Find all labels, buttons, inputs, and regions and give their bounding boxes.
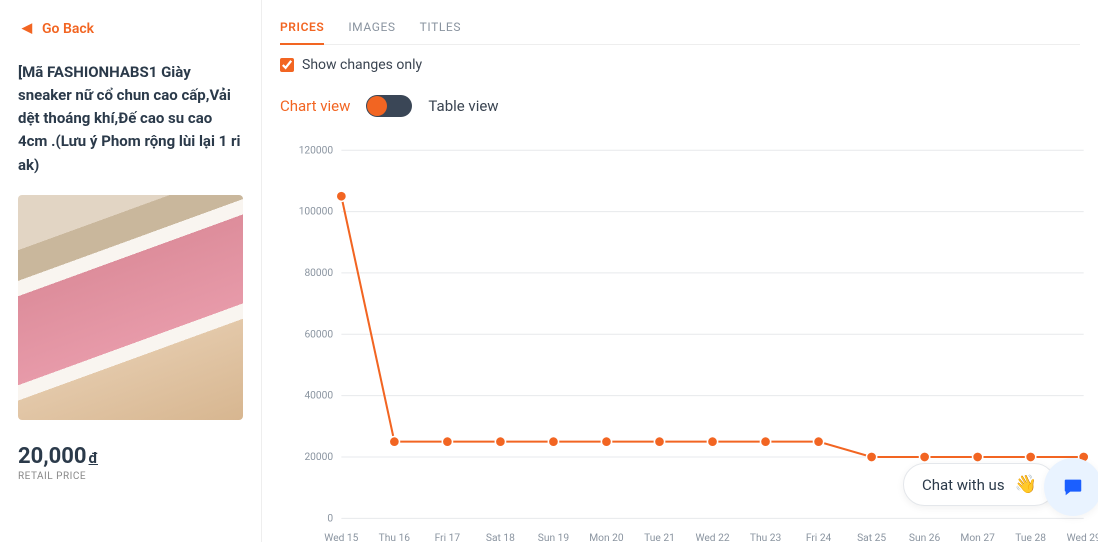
x-tick: Sun 19 — [538, 533, 570, 544]
data-point[interactable] — [813, 437, 823, 447]
data-point[interactable] — [548, 437, 558, 447]
data-point[interactable] — [601, 437, 611, 447]
data-point[interactable] — [336, 191, 346, 201]
price-currency: đ — [89, 449, 98, 467]
table-view-label[interactable]: Table view — [428, 97, 498, 115]
x-tick: Fri 17 — [435, 533, 461, 544]
data-point[interactable] — [920, 452, 930, 462]
x-tick: Thu 23 — [750, 533, 782, 544]
data-point[interactable] — [389, 437, 399, 447]
caret-left-icon: ◀ — [22, 22, 32, 35]
chat-label: Chat with us — [922, 476, 1005, 494]
toggle-knob — [367, 96, 387, 116]
x-tick: Sat 18 — [486, 533, 515, 544]
x-tick: Mon 27 — [960, 533, 995, 544]
y-tick: 100000 — [299, 207, 334, 218]
y-tick: 20000 — [304, 452, 333, 463]
go-back-link[interactable]: ◀ Go Back — [22, 21, 94, 37]
go-back-label: Go Back — [42, 21, 94, 37]
show-changes-row: Show changes only — [280, 45, 1080, 85]
x-tick: Tue 21 — [644, 533, 675, 544]
retail-price-label: RETAIL PRICE — [18, 471, 243, 482]
tabs: PRICES IMAGES TITLES — [280, 0, 1080, 45]
x-tick: Tue 28 — [1015, 533, 1046, 544]
tab-titles[interactable]: TITLES — [420, 12, 461, 44]
wave-icon: 👋 — [1015, 474, 1037, 495]
view-toggle[interactable] — [366, 95, 412, 117]
data-point[interactable] — [866, 452, 876, 462]
data-point[interactable] — [973, 452, 983, 462]
series-line — [341, 196, 1083, 457]
x-tick: Thu 16 — [379, 533, 411, 544]
y-tick: 60000 — [304, 329, 333, 340]
y-tick: 0 — [327, 513, 333, 524]
price: 20,000đ — [18, 444, 243, 469]
data-point[interactable] — [760, 437, 770, 447]
x-tick: Wed 22 — [695, 533, 729, 544]
chart-view-label[interactable]: Chart view — [280, 97, 350, 115]
x-tick: Sun 26 — [909, 533, 941, 544]
chat-bubble-button[interactable] — [1044, 458, 1098, 516]
show-changes-checkbox[interactable] — [280, 58, 294, 72]
main-panel: PRICES IMAGES TITLES Show changes only C… — [262, 0, 1098, 542]
tab-prices[interactable]: PRICES — [280, 12, 324, 44]
data-point[interactable] — [442, 437, 452, 447]
x-tick: Sat 25 — [857, 533, 886, 544]
data-point[interactable] — [495, 437, 505, 447]
data-point[interactable] — [707, 437, 717, 447]
x-tick: Fri 24 — [806, 533, 832, 544]
y-tick: 40000 — [304, 391, 333, 402]
sidebar: ◀ Go Back [Mã FASHIONHABS1 Giày sneaker … — [0, 0, 262, 542]
show-changes-label: Show changes only — [302, 57, 422, 73]
product-title: [Mã FASHIONHABS1 Giày sneaker nữ cổ chun… — [18, 61, 243, 177]
price-value: 20,000 — [18, 444, 87, 469]
x-tick: Wed 29 — [1067, 533, 1098, 544]
chat-button[interactable]: Chat with us 👋 — [903, 463, 1056, 506]
y-tick: 120000 — [299, 145, 334, 156]
chat-icon — [1062, 476, 1084, 498]
x-tick: Wed 15 — [324, 533, 358, 544]
x-tick: Mon 20 — [589, 533, 624, 544]
product-image[interactable] — [18, 195, 243, 420]
data-point[interactable] — [654, 437, 664, 447]
data-point[interactable] — [1026, 452, 1036, 462]
y-tick: 80000 — [304, 268, 333, 279]
view-toggle-row: Chart view Table view — [280, 95, 1080, 117]
tab-images[interactable]: IMAGES — [348, 12, 395, 44]
